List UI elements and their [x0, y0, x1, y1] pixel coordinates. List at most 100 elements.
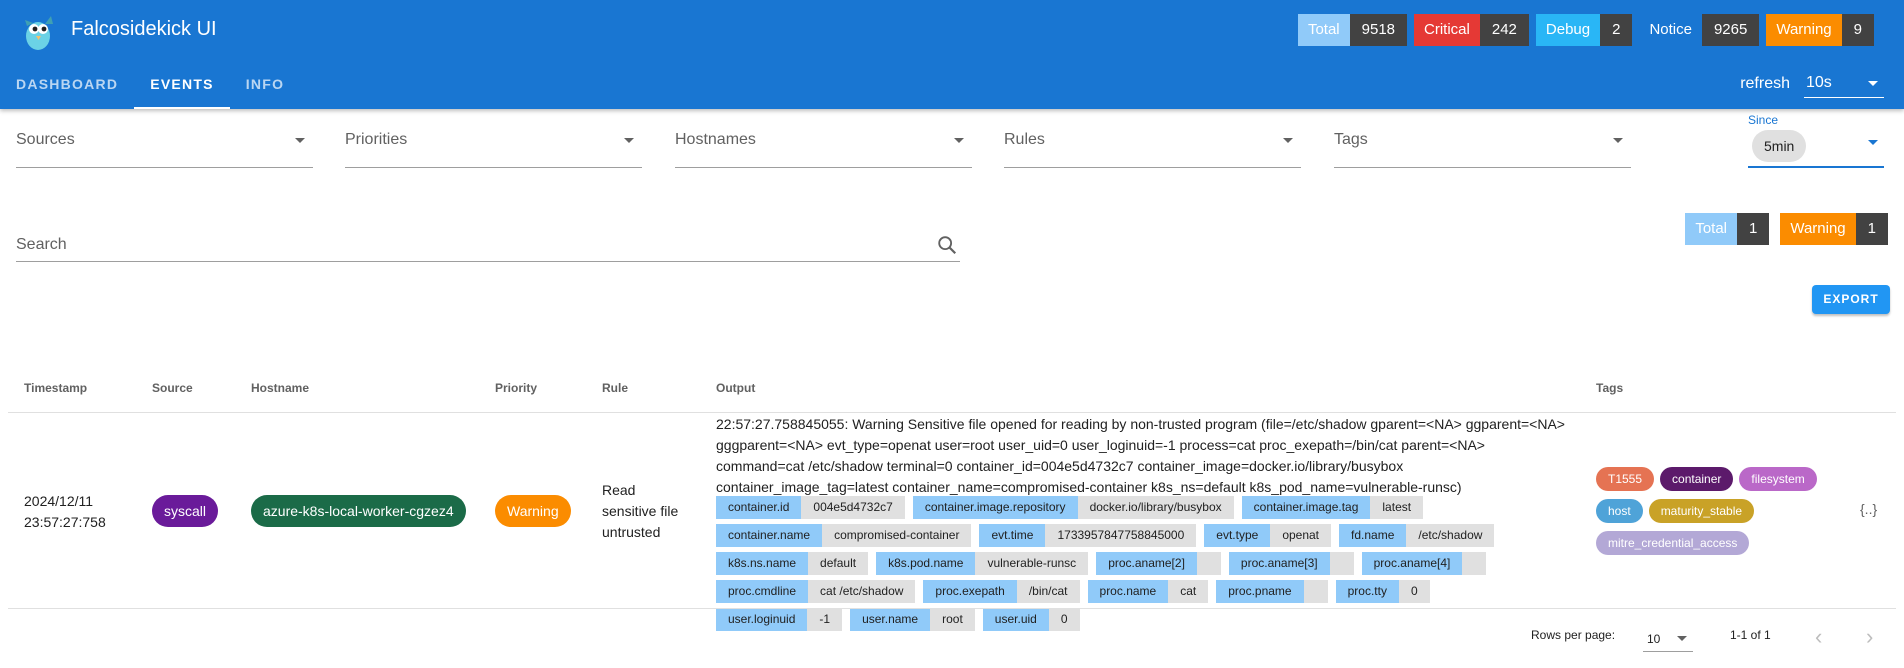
column-header-timestamp[interactable]: Timestamp [24, 381, 87, 395]
search-input[interactable]: Search [16, 222, 960, 262]
refresh-select[interactable]: 10s [1804, 70, 1884, 98]
field-value: default [808, 552, 869, 575]
field-key: proc.tty [1335, 580, 1399, 603]
refresh-label: refresh [1740, 75, 1790, 92]
output-field: container.id 004e5d4732c7 [716, 496, 905, 519]
rows-per-page-value: 10 [1647, 632, 1661, 646]
app-title: Falcosidekick UI [71, 18, 217, 40]
counter-label: Notice [1639, 14, 1702, 46]
field-value: cat /etc/shadow [808, 580, 916, 603]
header-counter-debug[interactable]: Debug 2 [1535, 14, 1633, 46]
output-field: proc.aname[2] [1096, 552, 1221, 575]
search-icon[interactable] [936, 234, 958, 256]
hostname-cell: azure-k8s-local-worker-cgzez4 [251, 495, 466, 527]
field-value: /etc/shadow [1406, 524, 1495, 547]
tab-info[interactable]: INFO [230, 62, 300, 109]
field-value: root [930, 608, 975, 631]
priority-cell: Warning [495, 495, 571, 527]
field-key: evt.time [979, 524, 1046, 547]
column-header-tags[interactable]: Tags [1596, 381, 1623, 395]
field-value: 1733957847758845000 [1045, 524, 1197, 547]
counter-label: Total [1297, 14, 1350, 46]
hostnames-filter[interactable]: Hostnames [675, 110, 972, 168]
header-counter-critical[interactable]: Critical 242 [1414, 14, 1529, 46]
field-value: vulnerable-runsc [975, 552, 1089, 575]
output-field: user.name root [850, 608, 975, 631]
counter-value: 1 [1737, 213, 1770, 245]
header-counter-total[interactable]: Total 9518 [1297, 14, 1408, 46]
field-key: proc.aname[4] [1361, 552, 1463, 575]
priorities-filter-label: Priorities [345, 131, 408, 148]
chevron-down-icon [1283, 138, 1293, 143]
field-value: 0 [1048, 608, 1080, 631]
since-chip[interactable]: 5min [1752, 130, 1807, 162]
field-value: docker.io/library/busybox [1077, 496, 1234, 519]
pagination-range: 1-1 of 1 [1730, 628, 1771, 642]
sources-filter-label: Sources [16, 131, 75, 148]
chevron-down-icon [1868, 81, 1878, 86]
rows-per-page-label: Rows per page: [1531, 628, 1616, 642]
summary-counter-total[interactable]: Total 1 [1685, 213, 1770, 245]
rows-per-page-select[interactable]: 10 [1643, 622, 1693, 652]
since-filter[interactable]: Since 5min [1748, 110, 1884, 168]
column-header-source[interactable]: Source [152, 381, 193, 395]
json-toggle-button[interactable]: {..} [1860, 501, 1877, 517]
output-field: k8s.ns.name default [716, 552, 869, 575]
tag-chip[interactable]: mitre_credential_access [1596, 531, 1750, 555]
chevron-right-icon[interactable]: › [1866, 626, 1873, 648]
nav-tabs: DASHBOARD EVENTS INFO [0, 62, 300, 109]
summary-counters: Total 1 Warning 1 [1674, 213, 1888, 245]
column-header-priority[interactable]: Priority [495, 381, 537, 395]
source-chip[interactable]: syscall [152, 495, 219, 527]
tag-chip[interactable]: container [1660, 467, 1734, 491]
rules-filter[interactable]: Rules [1004, 110, 1301, 168]
field-key: fd.name [1339, 524, 1407, 547]
sources-filter[interactable]: Sources [16, 110, 313, 168]
tag-chip[interactable]: maturity_stable [1648, 499, 1755, 523]
output-field: proc.pname [1216, 580, 1328, 603]
export-button[interactable]: EXPORT [1812, 285, 1890, 314]
counter-value: 1 [1855, 213, 1888, 245]
chevron-left-icon[interactable]: ‹ [1815, 626, 1822, 648]
hostnames-filter-label: Hostnames [675, 131, 756, 148]
tab-dashboard[interactable]: DASHBOARD [0, 62, 134, 109]
priority-chip[interactable]: Warning [495, 495, 571, 527]
output-field: proc.name cat [1087, 580, 1209, 603]
search-placeholder: Search [16, 236, 67, 253]
field-key: user.loginuid [716, 608, 808, 631]
counter-label: Critical [1414, 14, 1480, 46]
tags-filter[interactable]: Tags [1334, 110, 1631, 168]
hostname-chip[interactable]: azure-k8s-local-worker-cgzez4 [251, 495, 466, 527]
header-counter-warning[interactable]: Warning 9 [1766, 14, 1874, 46]
field-value: openat [1270, 524, 1332, 547]
field-key: k8s.pod.name [876, 552, 976, 575]
field-key: user.uid [982, 608, 1049, 631]
column-header-rule[interactable]: Rule [602, 381, 628, 395]
output-field: evt.time 1733957847758845000 [979, 524, 1197, 547]
counter-label: Warning [1780, 213, 1856, 245]
field-value: 0 [1398, 580, 1430, 603]
header-counter-notice[interactable]: Notice 9265 [1639, 14, 1760, 46]
field-key: container.image.repository [912, 496, 1078, 519]
app-bar: Falcosidekick UI Total 9518 Critical 242 D… [0, 0, 1904, 109]
field-value: 004e5d4732c7 [801, 496, 905, 519]
field-value [1196, 552, 1221, 575]
tag-chip[interactable]: T1555 [1596, 467, 1655, 491]
output-field: k8s.pod.name vulnerable-runsc [876, 552, 1089, 575]
refresh-control: refresh 10s [1740, 70, 1884, 98]
tab-events[interactable]: EVENTS [134, 62, 230, 109]
output-fields: container.id 004e5d4732c7 container.image… [716, 496, 1566, 636]
priorities-filter[interactable]: Priorities [345, 110, 642, 168]
tag-chip[interactable]: filesystem [1739, 467, 1817, 491]
summary-counter-warning[interactable]: Warning 1 [1780, 213, 1888, 245]
field-value: latest [1370, 496, 1424, 519]
field-key: container.id [716, 496, 802, 519]
column-header-hostname[interactable]: Hostname [251, 381, 309, 395]
field-key: proc.exepath [923, 580, 1017, 603]
column-header-output[interactable]: Output [716, 381, 755, 395]
tag-chip[interactable]: host [1596, 499, 1643, 523]
output-field: proc.tty 0 [1335, 580, 1430, 603]
tags-filter-label: Tags [1334, 131, 1368, 148]
counter-value: 9265 [1701, 14, 1760, 46]
output-field: container.image.tag latest [1241, 496, 1424, 519]
